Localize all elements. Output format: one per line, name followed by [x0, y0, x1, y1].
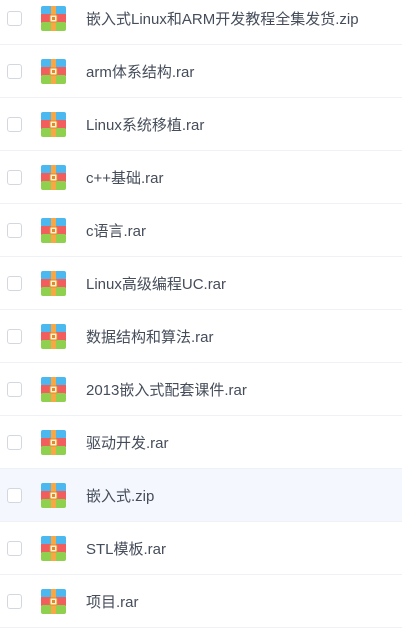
- row-checkbox[interactable]: [7, 63, 22, 79]
- archive-icon: [41, 164, 66, 190]
- archive-icon: [41, 535, 66, 561]
- row-checkbox[interactable]: [7, 10, 22, 26]
- archive-icon: [41, 111, 66, 137]
- row-checkbox[interactable]: [7, 275, 22, 291]
- file-name[interactable]: 驱动开发.rar: [86, 432, 169, 453]
- archive-icon: [41, 217, 66, 243]
- archive-icon: [41, 376, 66, 402]
- row-checkbox[interactable]: [7, 434, 22, 450]
- archive-icon: [41, 429, 66, 455]
- file-row[interactable]: Linux高级编程UC.rar: [0, 257, 402, 310]
- file-name[interactable]: STL模板.rar: [86, 538, 166, 559]
- row-checkbox[interactable]: [7, 540, 22, 556]
- file-name[interactable]: 嵌入式.zip: [86, 485, 154, 506]
- archive-icon: [41, 270, 66, 296]
- row-checkbox[interactable]: [7, 593, 22, 609]
- file-name[interactable]: Linux高级编程UC.rar: [86, 273, 226, 294]
- archive-icon: [41, 58, 66, 84]
- file-row[interactable]: c++基础.rar: [0, 151, 402, 204]
- row-checkbox[interactable]: [7, 381, 22, 397]
- row-checkbox[interactable]: [7, 116, 22, 132]
- file-row[interactable]: 嵌入式Linux和ARM开发教程全集发货.zip: [0, 0, 402, 45]
- file-name[interactable]: 项目.rar: [86, 591, 139, 612]
- file-name[interactable]: 数据结构和算法.rar: [86, 326, 214, 347]
- row-checkbox[interactable]: [7, 169, 22, 185]
- file-row[interactable]: 数据结构和算法.rar: [0, 310, 402, 363]
- file-name[interactable]: c++基础.rar: [86, 167, 164, 188]
- file-row[interactable]: 嵌入式.zip: [0, 469, 402, 522]
- file-row[interactable]: 2013嵌入式配套课件.rar: [0, 363, 402, 416]
- file-row[interactable]: arm体系结构.rar: [0, 45, 402, 98]
- archive-icon: [41, 5, 66, 31]
- file-name[interactable]: c语言.rar: [86, 220, 146, 241]
- file-row[interactable]: 项目.rar: [0, 575, 402, 628]
- file-name[interactable]: 嵌入式Linux和ARM开发教程全集发货.zip: [86, 8, 359, 29]
- file-row[interactable]: c语言.rar: [0, 204, 402, 257]
- file-list: 嵌入式Linux和ARM开发教程全集发货.zip arm体系结构.rar Lin…: [0, 0, 402, 628]
- file-name[interactable]: 2013嵌入式配套课件.rar: [86, 379, 247, 400]
- row-checkbox[interactable]: [7, 222, 22, 238]
- row-checkbox[interactable]: [7, 328, 22, 344]
- file-row[interactable]: Linux系统移植.rar: [0, 98, 402, 151]
- row-checkbox[interactable]: [7, 487, 22, 503]
- archive-icon: [41, 323, 66, 349]
- file-row[interactable]: STL模板.rar: [0, 522, 402, 575]
- archive-icon: [41, 588, 66, 614]
- file-row[interactable]: 驱动开发.rar: [0, 416, 402, 469]
- file-name[interactable]: Linux系统移植.rar: [86, 114, 204, 135]
- archive-icon: [41, 482, 66, 508]
- file-name[interactable]: arm体系结构.rar: [86, 61, 194, 82]
